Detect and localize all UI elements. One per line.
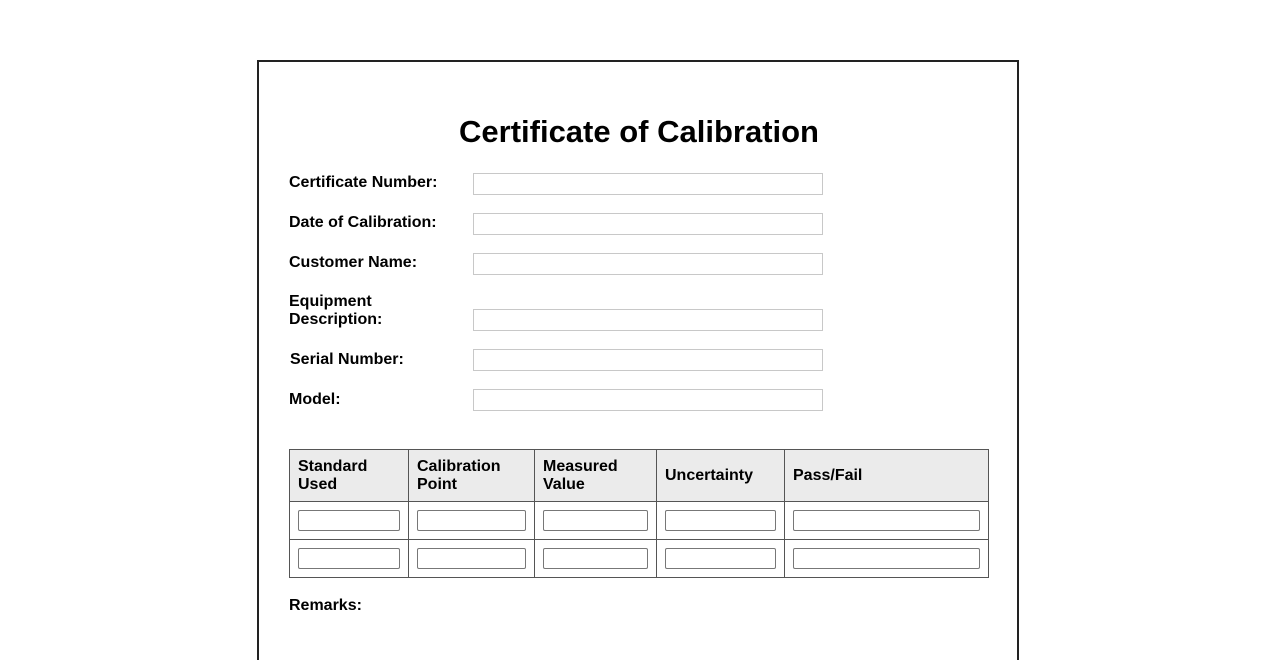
table-cell — [784, 501, 989, 540]
header-measured-value: Measured Value — [534, 449, 657, 502]
pass-fail-input[interactable] — [793, 510, 980, 531]
standard-used-input[interactable] — [298, 510, 400, 531]
header-pass-fail: Pass/Fail — [784, 449, 989, 502]
measured-value-input[interactable] — [543, 510, 648, 531]
certificate-page: Certificate of Calibration Certificate N… — [257, 60, 1019, 660]
date-of-calibration-input[interactable] — [473, 213, 823, 235]
standard-used-input[interactable] — [298, 548, 400, 569]
table-cell — [289, 501, 409, 540]
certificate-number-label: Certificate Number: — [289, 174, 438, 191]
equipment-description-label: Equipment Description: — [289, 293, 383, 328]
uncertainty-input[interactable] — [665, 548, 776, 569]
table-cell — [408, 501, 535, 540]
remarks-label: Remarks: — [289, 597, 362, 614]
table-row — [289, 539, 989, 578]
table-cell — [534, 539, 657, 578]
table-cell — [784, 539, 989, 578]
table-row — [289, 501, 989, 540]
table-cell — [656, 539, 785, 578]
header-calibration-point: Calibration Point — [408, 449, 535, 502]
customer-name-input[interactable] — [473, 253, 823, 275]
table-cell — [289, 539, 409, 578]
table-header-row: Standard Used Calibration Point Measured… — [289, 449, 989, 502]
table-cell — [408, 539, 535, 578]
equipment-description-input[interactable] — [473, 309, 823, 331]
pass-fail-input[interactable] — [793, 548, 980, 569]
calibration-table: Standard Used Calibration Point Measured… — [289, 449, 989, 578]
header-uncertainty: Uncertainty — [656, 449, 785, 502]
page-title: Certificate of Calibration — [459, 114, 819, 149]
table-cell — [534, 501, 657, 540]
calibration-point-input[interactable] — [417, 510, 526, 531]
calibration-point-input[interactable] — [417, 548, 526, 569]
header-standard-used: Standard Used — [289, 449, 409, 502]
serial-number-label: Serial Number: — [290, 351, 404, 368]
customer-name-label: Customer Name: — [289, 254, 418, 271]
uncertainty-input[interactable] — [665, 510, 776, 531]
certificate-number-input[interactable] — [473, 173, 823, 195]
measured-value-input[interactable] — [543, 548, 648, 569]
model-input[interactable] — [473, 389, 823, 411]
serial-number-input[interactable] — [473, 349, 823, 371]
table-cell — [656, 501, 785, 540]
date-of-calibration-label: Date of Calibration: — [289, 214, 437, 231]
model-label: Model: — [289, 391, 341, 408]
